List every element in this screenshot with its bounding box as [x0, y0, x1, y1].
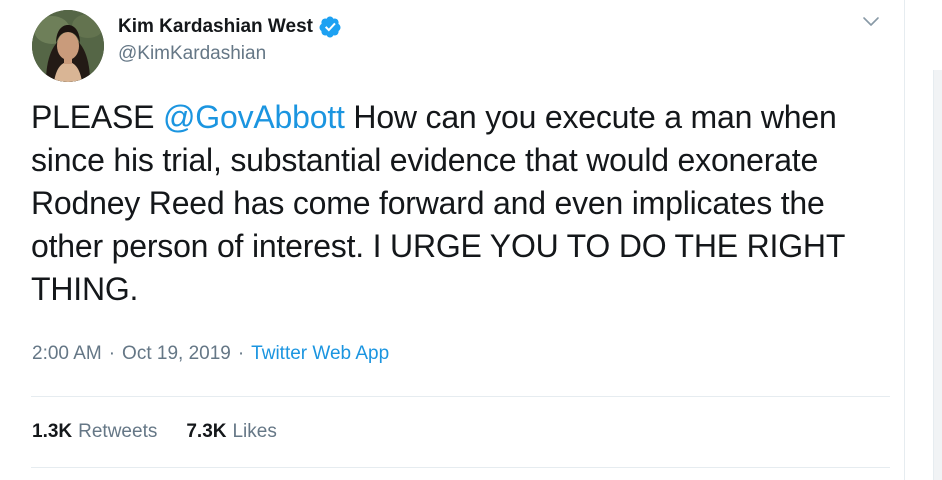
author-name-row[interactable]: Kim Kardashian West	[118, 13, 342, 41]
page-scrollbar[interactable]	[905, 0, 942, 480]
tweet-date[interactable]: Oct 19, 2019	[122, 343, 231, 365]
retweets-stat[interactable]: 1.3K Retweets	[32, 421, 157, 443]
tweet-source-link[interactable]: Twitter Web App	[251, 343, 389, 365]
meta-separator: ·	[108, 343, 116, 364]
tweet-time[interactable]: 2:00 AM	[32, 343, 102, 365]
meta-separator: ·	[237, 343, 245, 364]
mention-link[interactable]: @GovAbbott	[163, 99, 345, 135]
tweet-text-before: PLEASE	[31, 99, 164, 135]
tweet-stats: 1.3K Retweets 7.3K Likes	[32, 421, 306, 443]
tweet-text: PLEASE @GovAbbott How can you execute a …	[31, 96, 891, 311]
author-display-name[interactable]: Kim Kardashian West	[118, 16, 313, 38]
divider	[31, 396, 890, 397]
avatar[interactable]	[32, 10, 104, 82]
scrollbar-track[interactable]	[933, 70, 942, 480]
retweets-count: 1.3K	[32, 421, 73, 442]
author-handle[interactable]: @KimKardashian	[118, 43, 266, 65]
chevron-down-icon[interactable]	[861, 14, 881, 30]
divider	[31, 467, 890, 468]
retweets-label: Retweets	[78, 421, 158, 442]
likes-stat[interactable]: 7.3K Likes	[186, 421, 277, 443]
likes-count: 7.3K	[186, 421, 227, 442]
tweet-card: Kim Kardashian West @KimKardashian PLEAS…	[0, 0, 905, 480]
likes-label: Likes	[232, 421, 277, 442]
profile-photo-icon	[32, 10, 104, 82]
tweet-meta: 2:00 AM · Oct 19, 2019 · Twitter Web App	[32, 343, 389, 365]
verified-badge-icon	[318, 15, 342, 39]
